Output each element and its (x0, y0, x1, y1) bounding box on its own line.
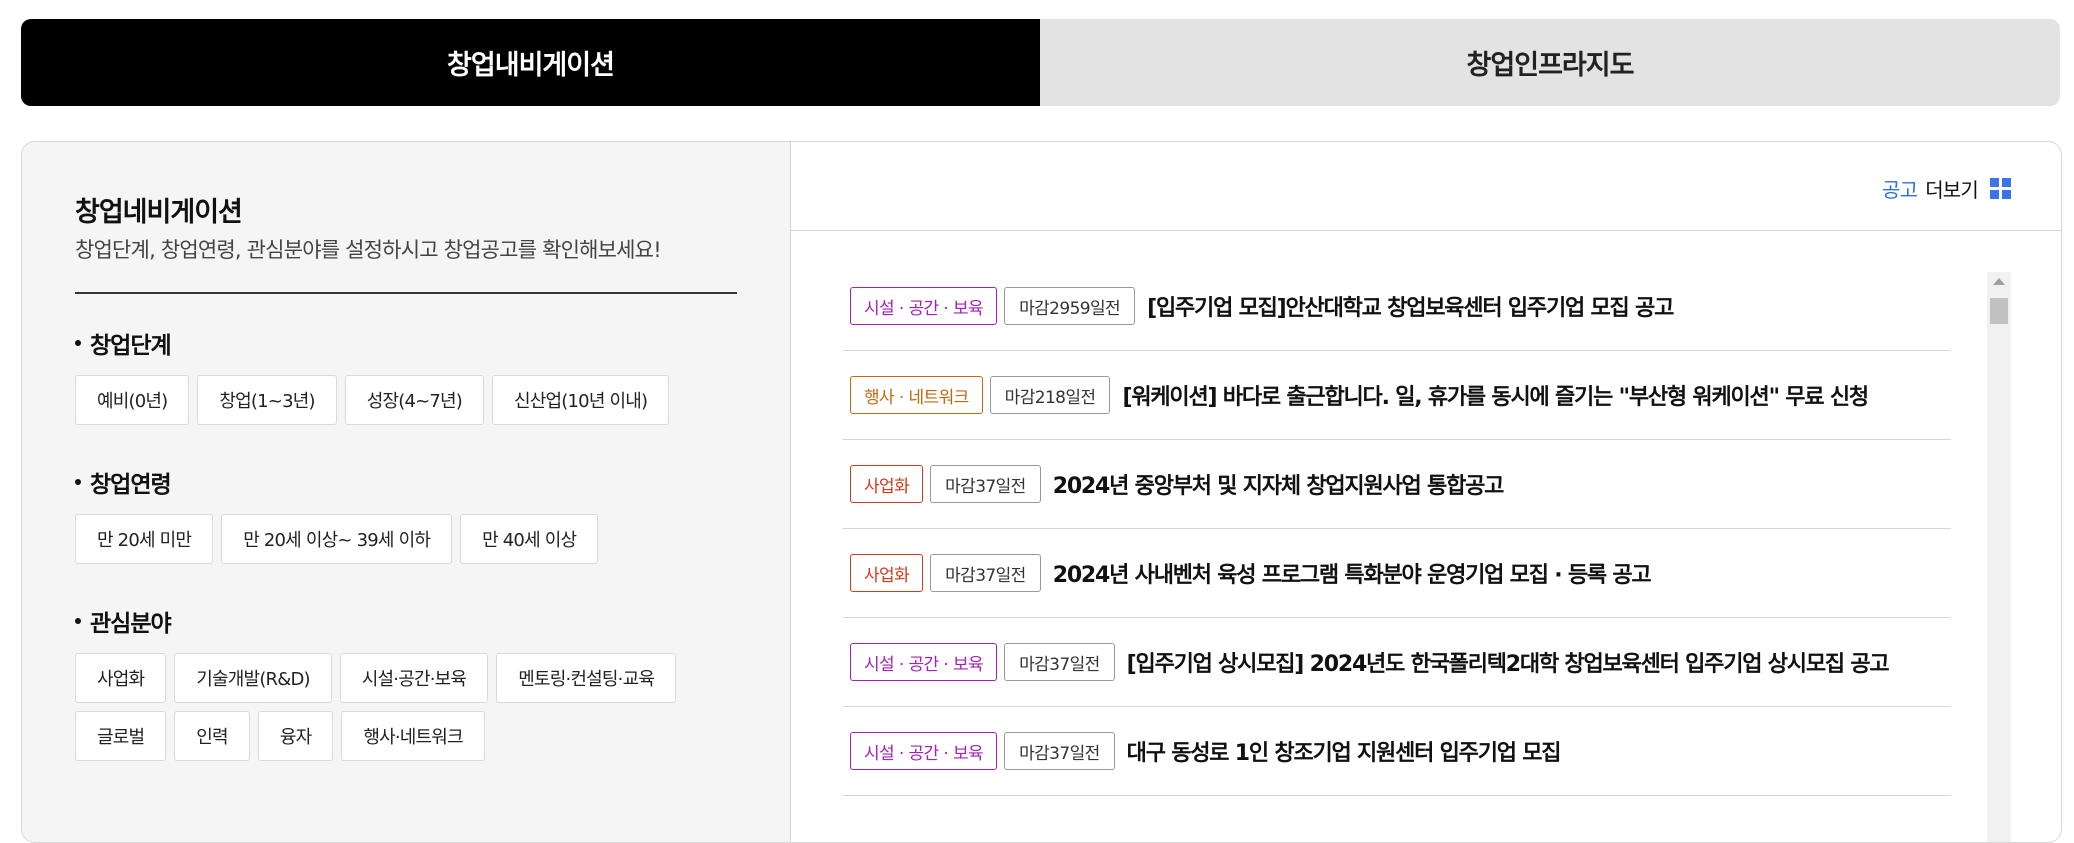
interest-option[interactable]: 융자 (257, 711, 334, 761)
announcement-row[interactable]: 행사 · 네트워크 마감218일전 [워케이션] 바다로 출근합니다. 일, 휴… (843, 351, 1951, 440)
tab-startup-navigation[interactable]: 창업내비게이션 (21, 19, 1040, 106)
more-announcements-link[interactable]: 공고 더보기 (1882, 174, 2011, 203)
interest-section-label: 관심분야 (90, 611, 172, 637)
announcement-row[interactable]: 사업화 마감37일전 2024년 사내벤처 육성 프로그램 특화분야 운영기업 … (843, 529, 1951, 618)
interest-option[interactable]: 멘토링·컨설팅·교육 (496, 653, 677, 703)
interest-option[interactable]: 글로벌 (75, 711, 167, 761)
main-tabs: 창업내비게이션 창업인프라지도 (21, 19, 2060, 106)
filter-title: 창업네비게이션 (75, 197, 243, 228)
stage-options: 예비(0년) 창업(1~3년) 성장(4~7년) 신산업(10년 이내) (75, 375, 670, 425)
announcement-title[interactable]: 2024년 중앙부처 및 지자체 창업지원사업 통합공고 (1053, 468, 1951, 500)
bullet-icon (75, 340, 81, 346)
interest-option[interactable]: 인력 (174, 711, 250, 761)
stage-option[interactable]: 성장(4~7년) (344, 375, 485, 425)
interest-option[interactable]: 시설·공간·보육 (339, 653, 489, 703)
age-section: 창업연령 만 20세 미만 만 20세 이상~ 39세 이하 만 40세 이상 (75, 466, 599, 564)
stage-section-label: 창업단계 (90, 333, 172, 359)
announcement-title[interactable]: 대구 동성로 1인 창조기업 지원센터 입주기업 모집 (1127, 735, 1951, 767)
scroll-thumb[interactable] (1990, 298, 2008, 324)
deadline-badge: 마감2959일전 (1004, 287, 1136, 325)
age-option[interactable]: 만 20세 이상~ 39세 이하 (221, 514, 453, 564)
interest-section: 관심분야 사업화 기술개발(R&D) 시설·공간·보육 멘토링·컨설팅·교육 글… (75, 605, 755, 761)
stage-section-title: 창업단계 (75, 327, 669, 359)
stage-option[interactable]: 예비(0년) (75, 375, 190, 425)
announcement-title[interactable]: [워케이션] 바다로 출근합니다. 일, 휴가를 동시에 즐기는 "부산형 워케… (1122, 379, 1951, 411)
announcement-row[interactable]: 시설 · 공간 · 보육 마감37일전 대구 동성로 1인 창조기업 지원센터 … (843, 707, 1951, 796)
grid-icon (1990, 178, 2011, 199)
age-options: 만 20세 미만 만 20세 이상~ 39세 이하 만 40세 이상 (75, 514, 599, 564)
bullet-icon (75, 479, 81, 485)
interest-option[interactable]: 행사·네트워크 (341, 711, 485, 761)
divider (791, 230, 2061, 231)
deadline-badge: 마감37일전 (1004, 643, 1115, 681)
more-prefix: 공고 (1881, 178, 1918, 202)
category-badge: 시설 · 공간 · 보육 (850, 732, 998, 770)
category-badge: 사업화 (850, 465, 924, 503)
interest-options: 사업화 기술개발(R&D) 시설·공간·보육 멘토링·컨설팅·교육 글로벌 인력… (75, 653, 755, 761)
announcement-row[interactable]: 사업화 마감37일전 2024년 중앙부처 및 지자체 창업지원사업 통합공고 (843, 440, 1951, 529)
filter-description: 창업단계, 창업연령, 관심분야를 설정하시고 창업공고를 확인해보세요! (75, 238, 662, 262)
bullet-icon (75, 618, 81, 624)
interest-option[interactable]: 기술개발(R&D) (174, 653, 332, 703)
interest-section-title: 관심분야 (75, 605, 755, 637)
list-scrollbar[interactable] (1987, 272, 2011, 842)
category-badge: 행사 · 네트워크 (850, 376, 983, 414)
announcement-row[interactable]: 시설 · 공간 · 보육 마감37일전 [입주기업 상시모집] 2024년도 한… (843, 618, 1951, 707)
tab-startup-infra-map[interactable]: 창업인프라지도 (1040, 19, 2060, 106)
announcement-title[interactable]: 2024년 사내벤처 육성 프로그램 특화분야 운영기업 모집 · 등록 공고 (1053, 557, 1951, 589)
age-option[interactable]: 만 40세 이상 (460, 514, 599, 564)
category-badge: 사업화 (850, 554, 924, 592)
stage-option[interactable]: 신산업(10년 이내) (492, 375, 670, 425)
deadline-badge: 마감37일전 (930, 554, 1041, 592)
announcement-title[interactable]: [입주기업 상시모집] 2024년도 한국폴리텍2대학 창업보육센터 입주기업 … (1127, 646, 1951, 678)
deadline-badge: 마감37일전 (930, 465, 1041, 503)
deadline-badge: 마감218일전 (989, 376, 1111, 414)
scroll-up-icon[interactable] (1993, 278, 2005, 285)
interest-option[interactable]: 사업화 (75, 653, 167, 703)
more-label: 더보기 (1925, 178, 1979, 202)
main-panel: 창업네비게이션 창업단계, 창업연령, 관심분야를 설정하시고 창업공고를 확인… (21, 141, 2062, 843)
deadline-badge: 마감37일전 (1004, 732, 1115, 770)
category-badge: 시설 · 공간 · 보육 (850, 287, 998, 325)
category-badge: 시설 · 공간 · 보육 (850, 643, 998, 681)
age-section-title: 창업연령 (75, 466, 598, 498)
divider (75, 292, 737, 294)
stage-section: 창업단계 예비(0년) 창업(1~3년) 성장(4~7년) 신산업(10년 이내… (75, 327, 670, 425)
announcement-title[interactable]: [입주기업 모집]안산대학교 창업보육센터 입주기업 모집 공고 (1147, 290, 1951, 322)
stage-option[interactable]: 창업(1~3년) (197, 375, 337, 425)
announcement-panel: 공고 더보기 시설 · 공간 · 보육 마감2959일전 [입주기업 모집]안산… (791, 142, 2061, 842)
announcement-list: 시설 · 공간 · 보육 마감2959일전 [입주기업 모집]안산대학교 창업보… (843, 262, 1951, 796)
age-option[interactable]: 만 20세 미만 (75, 514, 214, 564)
announcement-row[interactable]: 시설 · 공간 · 보육 마감2959일전 [입주기업 모집]안산대학교 창업보… (843, 262, 1951, 351)
filter-panel: 창업네비게이션 창업단계, 창업연령, 관심분야를 설정하시고 창업공고를 확인… (22, 142, 791, 842)
age-section-label: 창업연령 (90, 472, 172, 498)
